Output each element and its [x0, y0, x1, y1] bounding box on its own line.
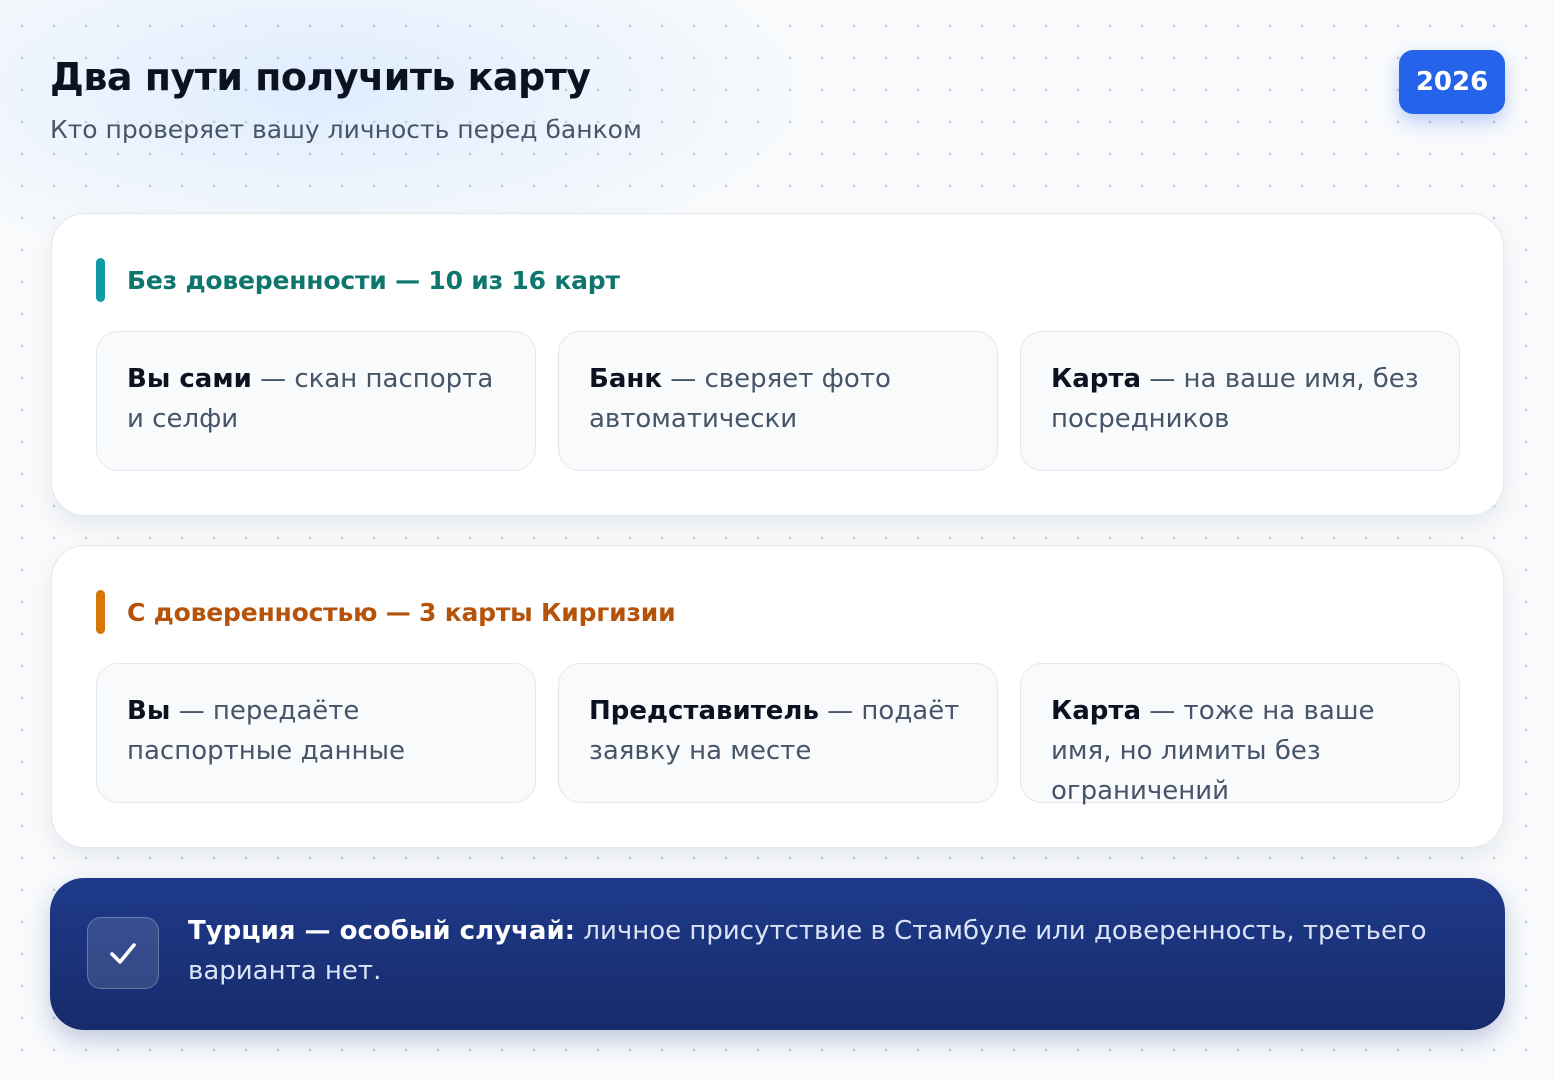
tile-label: Вы сами: [127, 364, 252, 394]
turkey-note-banner: Турция — особый случай: личное присутств…: [50, 878, 1505, 1030]
section-with-power-of-attorney: С доверенностью — 3 карты Киргизии Вы — …: [51, 545, 1504, 848]
check-icon: [87, 917, 159, 989]
section-title: С доверенностью — 3 карты Киргизии: [127, 597, 676, 627]
page-subtitle: Кто проверяет вашу личность перед банком: [50, 115, 642, 144]
step-tile-bank: Банк — сверяет фото автоматически: [558, 331, 998, 471]
section-heading: Без доверенности — 10 из 16 карт: [96, 258, 620, 302]
page-title: Два пути получить карту: [50, 55, 591, 99]
step-tile-card: Карта — на ваше имя, без посредников: [1020, 331, 1460, 471]
step-tile-you: Вы сами — скан паспорта и селфи: [96, 331, 536, 471]
step-tile-you: Вы — передаёте паспортные данные: [96, 663, 536, 803]
section-heading: С доверенностью — 3 карты Киргизии: [96, 590, 676, 634]
step-tiles: Вы — передаёте паспортные данные Предста…: [96, 663, 1460, 806]
note-text: Турция — особый случай: личное присутств…: [188, 911, 1445, 991]
page-header: Два пути получить карту Кто проверяет ва…: [50, 50, 1505, 182]
note-lead: Турция — особый случай:: [188, 916, 576, 946]
year-badge: 2026: [1399, 50, 1505, 114]
tile-label: Карта: [1051, 696, 1142, 726]
tile-label: Карта: [1051, 364, 1142, 394]
step-tiles: Вы сами — скан паспорта и селфи Банк — с…: [96, 331, 1460, 471]
section-without-power-of-attorney: Без доверенности — 10 из 16 карт Вы сами…: [51, 213, 1504, 516]
step-tile-representative: Представитель — подаёт заявку на месте: [558, 663, 998, 803]
section-title: Без доверенности — 10 из 16 карт: [127, 265, 620, 295]
tile-label: Банк: [589, 364, 662, 394]
tile-label: Вы: [127, 696, 171, 726]
tile-label: Представитель: [589, 696, 819, 726]
accent-bar: [96, 258, 105, 302]
step-tile-card: Карта — тоже на ваше имя, но лимиты без …: [1020, 663, 1460, 806]
accent-bar: [96, 590, 105, 634]
